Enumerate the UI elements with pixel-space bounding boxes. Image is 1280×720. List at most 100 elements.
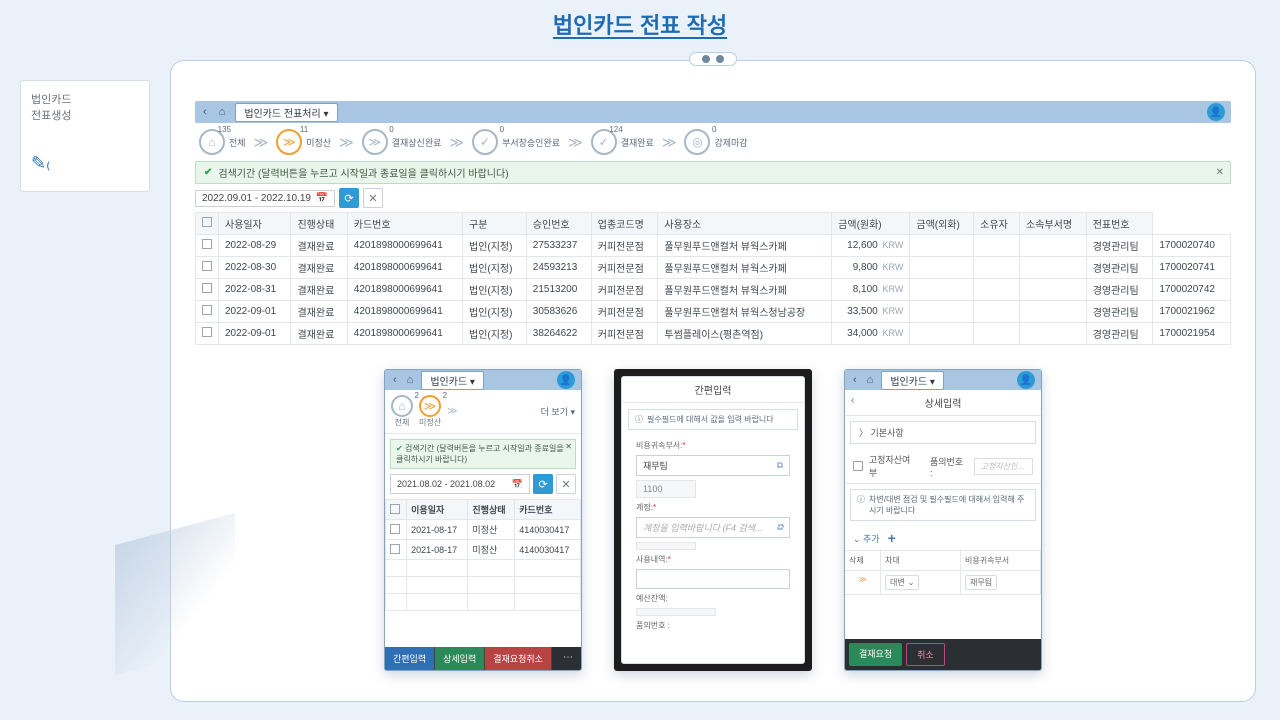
m1-dropdown[interactable]: 법인카드 ▾ — [421, 371, 484, 390]
m2-hint: ⓘ 필수필드에 대해서 값을 입력 바랍니다 — [628, 409, 798, 430]
asset-checkbox[interactable] — [853, 461, 863, 471]
chevron-icon: ≫ — [449, 134, 464, 151]
m3-dropdown[interactable]: 법인카드 ▾ — [881, 371, 944, 390]
simple-input-button[interactable]: 간편입력 — [385, 647, 435, 670]
chevron-icon: ≫ — [662, 134, 677, 151]
m1-st-pend[interactable]: ≫2 미정산 — [419, 395, 441, 428]
doc-label: 품의번호 : — [636, 620, 790, 631]
dept-input[interactable]: 재무팀⧉ — [636, 455, 790, 476]
m2-dialog: 간편입력 ⓘ 필수필드에 대해서 값을 입력 바랍니다 비용귀속부서:* 재무팀… — [621, 376, 805, 664]
m3-subheader: ‹ 상세입력 — [845, 390, 1041, 416]
home-icon[interactable]: ⌂ — [405, 374, 416, 386]
desc-label: 사용내역:* — [636, 554, 790, 565]
table-row[interactable]: 2022-08-29결재완료4201898000699641법인(지정)2753… — [196, 235, 1231, 257]
mock-list: ‹ ⌂ 법인카드 ▾ 👤 ⌂2 전체 ≫2 미정산 ≫ 더 보기 ▾ ✔ 검색 — [384, 369, 582, 671]
avatar[interactable]: 👤 — [1017, 371, 1035, 389]
m2-title: 간편입력 — [622, 377, 804, 403]
cancel-request-button[interactable]: 결재요청취소 — [485, 647, 552, 670]
avatar[interactable]: 👤 — [1207, 103, 1225, 121]
detail-input-button[interactable]: 상세입력 — [435, 647, 485, 670]
screen-dropdown[interactable]: 법인카드 전표처리 ▾ — [235, 103, 337, 122]
close-icon[interactable]: ✕ — [1216, 167, 1224, 178]
dept-label: 비용귀속부서:* — [636, 440, 790, 451]
chevron-icon: ≫ — [447, 406, 457, 417]
info-icon: ⓘ — [635, 414, 643, 425]
cancel-button[interactable]: 취소 — [906, 643, 945, 666]
row-checkbox[interactable] — [202, 305, 212, 315]
acct-label: 계정:* — [636, 502, 790, 513]
side-card: 법인카드 전표생성 ✎₍ — [20, 80, 150, 192]
table-row[interactable]: 2022-09-01결재완료4201898000699641법인(지정)3826… — [196, 323, 1231, 345]
row-checkbox[interactable] — [202, 239, 212, 249]
calendar-icon: 📅 — [512, 479, 523, 490]
more-icon[interactable]: ⋯ — [555, 647, 581, 670]
back-icon[interactable]: ‹ — [391, 374, 399, 386]
refresh-button[interactable]: ⟳ — [339, 188, 359, 208]
m1-st-all[interactable]: ⌂2 전체 — [391, 395, 413, 428]
status-row: ⌂135전체≫≫11미정산≫≫0결재상신완료≫✓0부서장승인완료≫✓124결재완… — [195, 123, 1231, 161]
info-bar: ✔ 검색기간 (달력버튼을 누르고 시작일과 종료일을 클릭하시기 바랍니다) … — [195, 161, 1231, 184]
status-3[interactable]: ✓0부서장승인완료 — [472, 129, 560, 155]
table-row[interactable]: 2022-08-31결재완료4201898000699641법인(지정)2151… — [196, 279, 1231, 301]
lookup-icon[interactable]: ⧉ — [777, 522, 783, 533]
home-icon[interactable]: ⌂ — [217, 106, 228, 118]
page-title: 법인카드 전표 작성 — [0, 0, 1280, 44]
status-5[interactable]: ◎0강제마감 — [684, 129, 747, 155]
row-dept[interactable]: 재무팀 — [961, 571, 1041, 595]
close-icon[interactable]: ✕ — [565, 442, 572, 451]
mock-detail-input: ‹ ⌂ 법인카드 ▾ 👤 ‹ 상세입력 〉 기본사항 고정자산여부 품의번호 :… — [844, 369, 1042, 671]
chevron-icon: ≫ — [568, 134, 583, 151]
table-row[interactable]: 2021-08-17미정산4140030417 — [386, 540, 581, 560]
m3-grid: 삭제 차대 비용귀속부서 ≫ 대변 ⌄ 재무팀 — [845, 550, 1041, 595]
status-2[interactable]: ≫0결재상신완료 — [362, 129, 442, 155]
avatar[interactable]: 👤 — [557, 371, 575, 389]
more-button[interactable]: 더 보기 ▾ — [541, 405, 575, 418]
status-1[interactable]: ≫11미정산 — [276, 129, 331, 155]
col-3: 카드번호 — [347, 213, 462, 235]
col-8: 금액(원화) — [832, 213, 910, 235]
budget-label: 예산잔액: — [636, 593, 790, 604]
back-icon[interactable]: ‹ — [851, 395, 854, 406]
col-5: 승인번호 — [526, 213, 591, 235]
approve-request-button[interactable]: 결재요청 — [849, 643, 902, 666]
back-icon[interactable]: ‹ — [851, 374, 859, 386]
clear-button[interactable]: ✕ — [556, 474, 576, 494]
table-row[interactable]: 2022-08-30결재완료4201898000699641법인(지정)2459… — [196, 257, 1231, 279]
row-checkbox[interactable] — [390, 544, 400, 554]
col-0 — [196, 213, 219, 235]
acct-code — [636, 542, 696, 550]
m3-hint: ⓘ차변/대변 점검 및 필수필드에 대해서 입력해 주시기 바랍니다 — [850, 489, 1036, 521]
docno-input[interactable]: 고정자산인... — [974, 458, 1033, 475]
add-row[interactable]: ⌄ 추가+ — [845, 526, 1041, 550]
row-checkbox[interactable] — [202, 327, 212, 337]
col-2: 진행상태 — [291, 213, 347, 235]
status-0[interactable]: ⌂135전체 — [199, 129, 246, 155]
row-checkbox[interactable] — [202, 261, 212, 271]
m1-table: 이용일자진행상태카드번호 2021-08-17미정산41400304172021… — [385, 499, 581, 611]
mock-simple-input: 간편입력 ⓘ 필수필드에 대해서 값을 입력 바랍니다 비용귀속부서:* 재무팀… — [614, 369, 812, 671]
row-drcr[interactable]: 대변 ⌄ — [881, 571, 961, 595]
row-delete[interactable]: ≫ — [845, 571, 881, 595]
section-basic[interactable]: 〉 기본사항 — [850, 421, 1036, 444]
calendar-icon: 📅 — [316, 193, 328, 204]
lookup-icon[interactable]: ⧉ — [777, 460, 783, 471]
decor — [115, 513, 235, 675]
clear-button[interactable]: ✕ — [363, 188, 383, 208]
row-checkbox[interactable] — [390, 524, 400, 534]
row-checkbox[interactable] — [202, 283, 212, 293]
col-12: 전표번호 — [1086, 213, 1153, 235]
table-row[interactable]: 2021-08-17미정산4140030417 — [386, 520, 581, 540]
asset-row: 고정자산여부 품의번호 : 고정자산인... — [845, 449, 1041, 484]
home-icon[interactable]: ⌂ — [865, 374, 876, 386]
table-row[interactable]: 2022-09-01결재완료4201898000699641법인(지정)3058… — [196, 301, 1231, 323]
m1-date-input[interactable]: 2021.08.02 - 2021.08.02📅 — [390, 474, 530, 494]
back-icon[interactable]: ‹ — [201, 106, 209, 118]
side-l2: 전표생성 — [31, 107, 139, 123]
mobile-mocks: ‹ ⌂ 법인카드 ▾ 👤 ⌂2 전체 ≫2 미정산 ≫ 더 보기 ▾ ✔ 검색 — [195, 369, 1231, 671]
acct-input[interactable]: 계정을 입력바랍니다 (F4 검색...⧉ — [636, 517, 790, 538]
desc-input[interactable] — [636, 569, 790, 589]
refresh-button[interactable]: ⟳ — [533, 474, 553, 494]
plus-icon[interactable]: + — [888, 530, 896, 546]
status-4[interactable]: ✓124결재완료 — [591, 129, 654, 155]
date-range-input[interactable]: 2022.09.01 - 2022.10.19 📅 — [195, 190, 335, 207]
